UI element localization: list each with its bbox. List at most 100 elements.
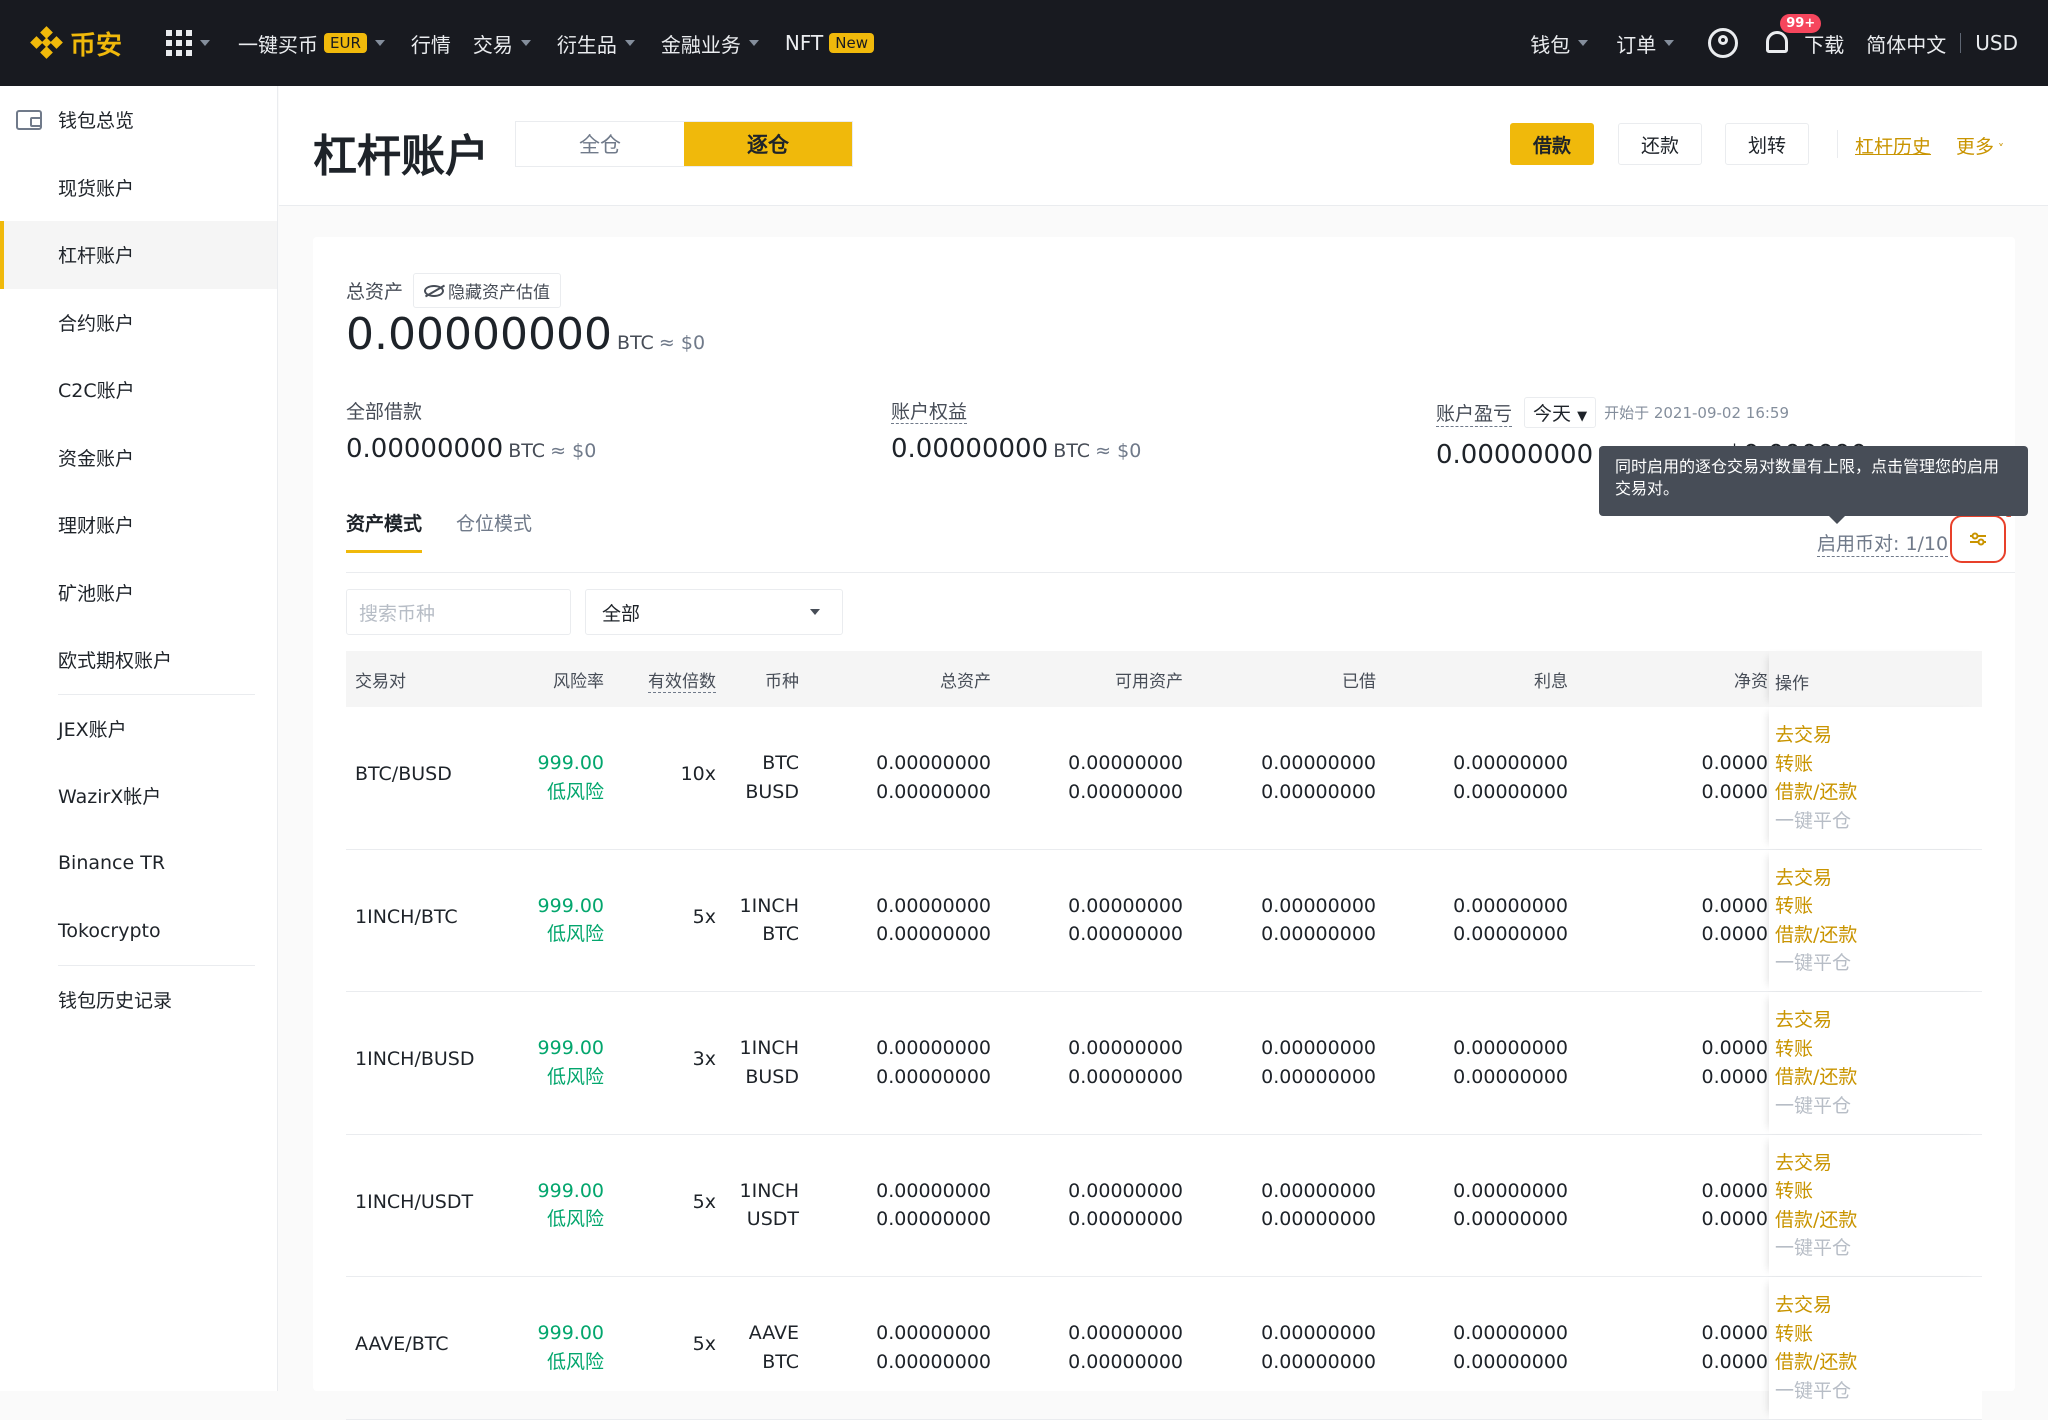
chevron-down-icon: ˅ — [1998, 142, 2005, 156]
sidebar-item-earn[interactable]: 理财账户 — [0, 491, 277, 559]
net-assets-value: 0.0000 — [1701, 780, 1768, 803]
tab-position-mode[interactable]: 仓位模式 — [456, 509, 532, 553]
repay-button[interactable]: 还款 — [1618, 123, 1702, 165]
risk-value: 999.00 — [537, 752, 604, 774]
borrow-repay-link[interactable]: 借款/还款 — [1775, 921, 1857, 950]
net-assets-value: 0.0000 — [1701, 1179, 1768, 1202]
trade-link[interactable]: 去交易 — [1775, 1006, 1857, 1035]
divider — [1837, 130, 1838, 158]
manage-pairs-button[interactable] — [1950, 515, 2006, 563]
sidebar-item-spot[interactable]: 现货账户 — [0, 154, 277, 222]
app-grid-icon[interactable] — [166, 30, 193, 56]
borrowed-value: 0.00000000 — [1261, 1350, 1376, 1373]
search-coin-input[interactable]: 搜索币种 — [346, 589, 571, 635]
sidebar-item-margin[interactable]: 杠杆账户 — [0, 221, 277, 289]
user-icon — [1708, 28, 1739, 58]
transfer-link[interactable]: 转账 — [1775, 1177, 1857, 1206]
total-assets-value: 0.00000000 — [876, 894, 991, 917]
sidebar-item-options[interactable]: 欧式期权账户 — [0, 626, 277, 694]
sidebar-item-overview[interactable]: 钱包总览 — [0, 86, 277, 154]
total-assets-value: 0.00000000 — [876, 1208, 991, 1230]
sidebar-item-tokocrypto[interactable]: Tokocrypto — [0, 897, 277, 965]
total-assets-value: 0.00000000 — [876, 1350, 991, 1373]
risk-value: 999.00 — [537, 1322, 604, 1344]
margin-history-link[interactable]: 杠杆历史 — [1855, 132, 1931, 159]
transfer-link[interactable]: 转账 — [1775, 1320, 1857, 1349]
sidebar-item-c2c[interactable]: C2C账户 — [0, 356, 277, 424]
borrow-button[interactable]: 借款 — [1510, 123, 1594, 165]
sidebar-item-funding[interactable]: 资金账户 — [0, 424, 277, 492]
nav-finance[interactable]: 金融业务 — [661, 29, 759, 58]
trade-link[interactable]: 去交易 — [1775, 721, 1857, 750]
coin-cell: 1INCH BTC — [726, 892, 799, 949]
chevron-down-icon — [810, 609, 820, 615]
nav-wallet[interactable]: 钱包 — [1530, 29, 1589, 58]
sidebar-item-jex[interactable]: JEX账户 — [0, 695, 277, 763]
tab-asset-mode[interactable]: 资产模式 — [346, 509, 423, 553]
nav-language[interactable]: 简体中文 — [1866, 29, 1946, 58]
nav-currency[interactable]: USD — [1975, 31, 2018, 55]
close-position-link[interactable]: 一键平仓 — [1775, 1234, 1857, 1263]
ops-cell: 去交易 转账 借款/还款 一键平仓 — [1769, 707, 1982, 849]
total-assets-value: 0.00000000 — [876, 780, 991, 803]
borrow-repay-link[interactable]: 借款/还款 — [1775, 1063, 1857, 1092]
hide-balance-button[interactable]: 隐藏资产估值 — [413, 273, 562, 308]
tab-isolated-margin[interactable]: 逐仓 — [684, 122, 852, 166]
account-equity-label[interactable]: 账户权益 — [891, 401, 968, 424]
pair-name: 1INCH/USDT — [355, 1190, 474, 1213]
total-assets-usd: ≈ $0 — [658, 332, 706, 354]
nav-nft[interactable]: NFT New — [785, 31, 874, 55]
sidebar-item-label: 钱包历史记录 — [58, 989, 173, 1012]
nav-label: 衍生品 — [556, 32, 617, 57]
equity-usd: ≈ $0 — [1095, 440, 1142, 462]
col-leverage[interactable]: 有效倍数 — [648, 671, 716, 693]
transfer-link[interactable]: 转账 — [1775, 750, 1857, 779]
pnl-period-select[interactable]: 今天 ▼ — [1524, 397, 1597, 428]
col-leverage-wrap: 有效倍数 — [604, 667, 716, 693]
user-profile[interactable] — [1708, 28, 1739, 58]
sidebar-item-pool[interactable]: 矿池账户 — [0, 559, 277, 627]
more-menu[interactable]: 更多 ˅ — [1956, 132, 2004, 159]
nav-label: USD — [1975, 31, 2018, 55]
sidebar-item-futures[interactable]: 合约账户 — [0, 289, 277, 357]
available-assets-value: 0.00000000 — [1068, 1179, 1183, 1202]
nav-trade[interactable]: 交易 — [473, 29, 531, 58]
borrow-repay-link[interactable]: 借款/还款 — [1775, 1348, 1857, 1377]
sidebar-item-binance-tr[interactable]: Binance TR — [0, 830, 277, 898]
sidebar-item-history[interactable]: 钱包历史记录 — [0, 966, 277, 1034]
nav-markets[interactable]: 行情 — [411, 29, 451, 58]
trade-link[interactable]: 去交易 — [1775, 1291, 1857, 1320]
close-position-link[interactable]: 一键平仓 — [1775, 1092, 1857, 1121]
borrowed-value: 0.00000000 — [1261, 923, 1376, 945]
pair-filter-select[interactable]: 全部 — [585, 589, 843, 635]
close-position-link[interactable]: 一键平仓 — [1775, 949, 1857, 978]
nav-derivatives[interactable]: 衍生品 — [557, 29, 635, 58]
transfer-link[interactable]: 转账 — [1775, 1035, 1857, 1064]
transfer-link[interactable]: 转账 — [1775, 892, 1857, 921]
ops-header-cell: 操作 — [1769, 651, 1982, 707]
notifications[interactable]: 99+ — [1762, 14, 1822, 58]
leverage-value: 5x — [692, 1333, 716, 1355]
sidebar-item-label: 钱包总览 — [58, 110, 135, 133]
borrow-repay-link[interactable]: 借款/还款 — [1775, 1206, 1857, 1235]
enabled-pairs-count[interactable]: 启用币对: 1/10 — [1817, 529, 1949, 557]
borrow-repay-link[interactable]: 借款/还款 — [1775, 778, 1857, 807]
transfer-button[interactable]: 划转 — [1725, 123, 1809, 165]
close-position-link[interactable]: 一键平仓 — [1775, 807, 1857, 836]
interest-value: 0.00000000 — [1453, 1179, 1568, 1202]
trade-link[interactable]: 去交易 — [1775, 864, 1857, 893]
nav-label: NFT — [784, 31, 824, 55]
account-pnl-label[interactable]: 账户盈亏 — [1436, 399, 1513, 427]
borrowed-value: 0.00000000 — [1261, 752, 1376, 774]
binance-logo[interactable]: 币安 — [30, 25, 122, 62]
trade-link[interactable]: 去交易 — [1775, 1149, 1857, 1178]
nav-orders[interactable]: 订单 — [1616, 29, 1675, 58]
sidebar-item-wazirx[interactable]: WazirX帐户 — [0, 762, 277, 830]
nav-buy-crypto[interactable]: 一键买币 EUR — [238, 29, 385, 58]
available-assets: 0.00000000 0.00000000 — [991, 1034, 1183, 1091]
account-equity-value: 0.00000000 — [891, 434, 1049, 464]
new-tag: New — [829, 33, 874, 53]
tab-cross-margin[interactable]: 全仓 — [516, 122, 684, 166]
total-assets-unit: BTC — [617, 332, 654, 354]
total-assets: 0.00000000 0.00000000 — [806, 749, 991, 806]
